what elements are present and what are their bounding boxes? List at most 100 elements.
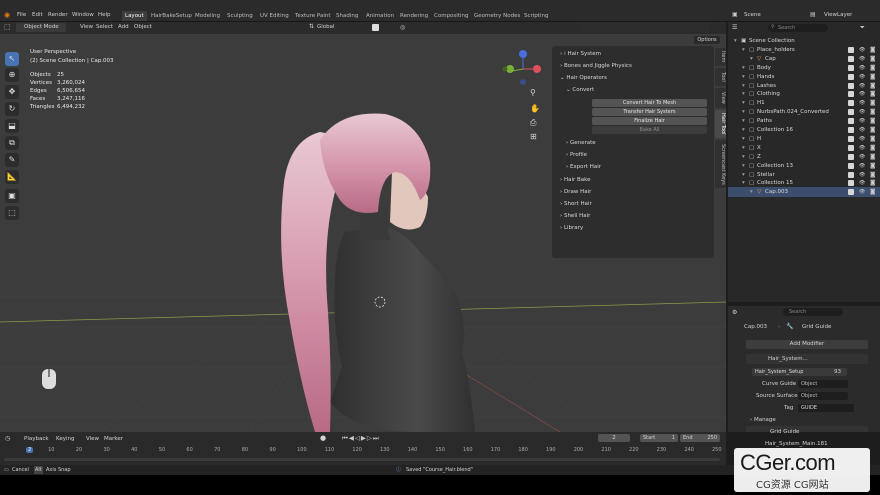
menu-view[interactable]: View (80, 24, 93, 30)
menu-help[interactable]: Help (98, 12, 111, 18)
exclude-checkbox[interactable] (848, 144, 854, 151)
panel-short-hair[interactable]: › Short Hair (560, 201, 592, 207)
grid-view-icon[interactable]: ⊞ (530, 132, 537, 141)
menu-object[interactable]: Object (134, 24, 152, 30)
menu-keying[interactable]: Keying (56, 436, 74, 442)
start-frame-field[interactable]: Start 1 (640, 434, 678, 442)
add-modifier-button[interactable]: Add Modifier (746, 340, 868, 349)
exclude-checkbox[interactable] (848, 73, 854, 80)
record-icon[interactable]: ● (320, 434, 326, 442)
panel-convert[interactable]: ⌄ Convert (566, 87, 594, 93)
exclude-checkbox[interactable] (848, 46, 854, 53)
panel-hair-system[interactable]: › ⁞ Hair System (560, 51, 601, 57)
panel-profile[interactable]: › Profile (566, 152, 587, 158)
cursor-tool-icon[interactable]: ⊕ (5, 68, 19, 82)
measure-tool-icon[interactable]: 📐 (5, 170, 19, 184)
exclude-checkbox[interactable] (848, 171, 854, 178)
options-button[interactable]: Options (694, 36, 720, 44)
rotate-tool-icon[interactable]: ↻ (5, 102, 19, 116)
menu-playback[interactable]: Playback (24, 436, 49, 442)
exclude-checkbox[interactable] (848, 118, 854, 125)
exclude-checkbox[interactable] (848, 180, 854, 187)
tab-view[interactable]: View (715, 88, 726, 108)
tab-screencast-keys[interactable]: Screencast Keys (715, 140, 726, 188)
proportional-edit-icon[interactable]: ◎ (400, 24, 405, 31)
tab-tool[interactable]: Tool (715, 68, 726, 86)
panel-export-hair[interactable]: › Export Hair (566, 164, 601, 170)
panel-draw-hair[interactable]: › Draw Hair (560, 189, 591, 195)
expand-arrow-icon[interactable]: ▾ (750, 187, 753, 197)
tab-hair-tool[interactable]: Hair Tool (715, 110, 726, 138)
exclude-checkbox[interactable] (848, 109, 854, 116)
extra-tool-icon[interactable]: ⬚ (5, 206, 19, 220)
exclude-checkbox[interactable] (848, 91, 854, 98)
end-frame-field[interactable]: End 250 (680, 434, 720, 442)
tag-field[interactable]: GUIDE (798, 404, 854, 412)
outliner-item[interactable]: ▾ ▽ Cap.003 👁 ◙ (728, 187, 880, 198)
exclude-checkbox[interactable] (848, 127, 854, 133)
convert-hair-to-mesh-button[interactable]: Convert Hair To Mesh (592, 99, 707, 107)
visibility-eye-icon[interactable]: 👁 (859, 187, 865, 197)
modifier-header-2[interactable] (746, 426, 868, 432)
pan-hand-icon[interactable]: ✋ (530, 104, 540, 113)
panel-shell-hair[interactable]: › Shell Hair (560, 213, 590, 219)
camera-view-icon[interactable]: ⎙ (530, 118, 536, 128)
outliner-search-input[interactable]: Search (768, 24, 828, 32)
properties-editor-icon[interactable]: ⚙ (732, 309, 737, 316)
blender-logo-icon[interactable]: ◉ (4, 11, 10, 19)
shading-controls[interactable] (580, 23, 710, 32)
exclude-checkbox[interactable] (848, 100, 854, 107)
menu-render[interactable]: Render (48, 12, 68, 18)
orientation-label[interactable]: Global (317, 24, 335, 30)
menu-marker[interactable]: Marker (104, 436, 123, 442)
zoom-icon[interactable]: ⚲ (530, 88, 536, 97)
modifier-2-node[interactable]: Hair_System_Main.181 (765, 441, 828, 447)
transform-tool-icon[interactable]: ⧉ (5, 136, 19, 150)
panel-bones-jiggle[interactable]: › Bones and Jiggle Physics (560, 63, 632, 69)
exclude-checkbox[interactable] (848, 64, 854, 71)
playback-controls-icon[interactable]: ⏮◀◁▶▷⏭ (342, 434, 380, 443)
panel-library[interactable]: › Library (560, 225, 583, 231)
panel-generate[interactable]: › Generate (566, 140, 596, 146)
select-tool-icon[interactable]: ↖ (5, 52, 19, 66)
exclude-checkbox[interactable] (848, 55, 854, 62)
menu-edit[interactable]: Edit (32, 12, 43, 18)
current-frame-field[interactable]: 2 (598, 434, 630, 442)
navigation-gizmo[interactable] (502, 50, 542, 85)
add-cube-tool-icon[interactable]: ▣ (5, 189, 19, 203)
tab-shading[interactable]: Shading (333, 11, 361, 21)
tab-item[interactable]: Item (715, 48, 726, 66)
menu-window[interactable]: Window (72, 12, 94, 18)
panel-hair-operators[interactable]: ⌄ Hair Operators (560, 75, 607, 81)
menu-select[interactable]: Select (96, 24, 113, 30)
source-surface-field[interactable]: Object (798, 392, 848, 400)
menu-file[interactable]: File (17, 12, 26, 18)
scale-tool-icon[interactable]: ⬓ (5, 119, 19, 133)
outliner-editor-icon[interactable]: ☰ (732, 24, 737, 31)
modifier-2-name[interactable]: Grid Guide (770, 429, 799, 435)
exclude-checkbox[interactable] (848, 82, 854, 89)
timeline-editor-icon[interactable]: ◷ (5, 435, 10, 442)
transfer-hair-system-button[interactable]: Transfer Hair System (592, 108, 707, 116)
move-tool-icon[interactable]: ✥ (5, 85, 19, 99)
3d-viewport[interactable]: ⬚ Object Mode View Select Add Object ⇅ G… (0, 22, 726, 432)
exclude-checkbox[interactable] (848, 153, 854, 160)
finalize-hair-button[interactable]: Finalize Hair (592, 117, 707, 125)
modifier-1-name[interactable]: Hair_System... (768, 356, 808, 362)
tab-geometry-nodes[interactable]: Geometry Nodes (471, 11, 523, 21)
tab-uv-editing[interactable]: UV Editing (257, 11, 292, 21)
tab-sculpting[interactable]: Sculpting (224, 11, 256, 21)
render-camera-icon[interactable]: ◙ (870, 187, 875, 197)
view-layer-name[interactable]: ViewLayer (824, 12, 852, 18)
editor-type-icon[interactable]: ⬚ (4, 23, 11, 31)
menu-add[interactable]: Add (118, 24, 129, 30)
tab-animation[interactable]: Animation (363, 11, 397, 21)
tab-texture-paint[interactable]: Texture Paint (292, 11, 334, 21)
tab-hairbakesetup[interactable]: HairBakeSetup (148, 11, 195, 21)
exclude-checkbox[interactable] (848, 189, 854, 196)
filter-icon[interactable]: ⏷ (860, 24, 865, 32)
panel-hair-bake[interactable]: › Hair Bake (560, 177, 591, 183)
bake-all-button[interactable]: Bake All (592, 126, 707, 134)
manage-panel[interactable]: › Manage (750, 417, 776, 423)
exclude-checkbox[interactable] (848, 135, 854, 142)
